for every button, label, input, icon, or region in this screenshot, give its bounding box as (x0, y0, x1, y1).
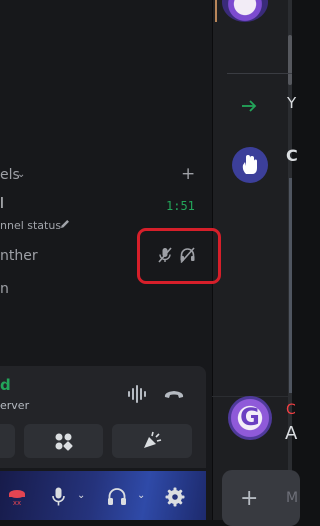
deafened-headphone-icon (180, 247, 195, 263)
message-text: A (285, 423, 298, 444)
muted-mic-icon (158, 247, 172, 263)
avatar-letter: G (240, 403, 260, 431)
activity-icon (55, 433, 73, 451)
call-timer: 1:51 (166, 199, 195, 213)
user-avatar-icon[interactable]: xx (6, 486, 28, 506)
voice-member[interactable]: n (0, 281, 9, 297)
add-channel-icon[interactable]: + (181, 164, 195, 184)
voice-member[interactable]: nther (0, 248, 38, 264)
message-input-placeholder: M (286, 490, 299, 506)
plus-icon[interactable]: + (240, 488, 258, 510)
message-highlight-bar (289, 178, 292, 393)
pencil-icon[interactable] (59, 218, 71, 230)
noise-suppression-icon[interactable] (127, 385, 147, 403)
soundboard-icon (144, 431, 162, 448)
gear-icon[interactable] (165, 487, 185, 507)
disconnect-icon[interactable] (163, 388, 185, 400)
camera-button[interactable] (0, 424, 15, 458)
voice-connection-status[interactable]: d (0, 376, 11, 394)
separator (227, 73, 292, 74)
message-username[interactable]: C (286, 402, 296, 418)
headphones-icon[interactable] (107, 487, 127, 506)
system-message-text: Y (287, 94, 297, 112)
chevron-down-icon[interactable]: ⌄ (17, 169, 25, 180)
chevron-down-icon[interactable]: ⌄ (77, 490, 85, 501)
voice-server-name[interactable]: erver (0, 399, 29, 412)
channel-status-label[interactable]: nnel status (0, 219, 61, 232)
wave-hand-icon (242, 155, 257, 174)
chat-pane (212, 0, 292, 520)
microphone-icon[interactable] (52, 487, 65, 506)
join-arrow-icon (242, 100, 257, 112)
voice-channel-name[interactable]: l (0, 196, 4, 212)
accent-line (215, 0, 217, 22)
chevron-down-icon[interactable]: ⌄ (137, 490, 145, 501)
message-author[interactable]: C (286, 146, 298, 165)
svg-text:xx: xx (13, 499, 21, 506)
scrollbar-thumb[interactable] (288, 35, 292, 85)
